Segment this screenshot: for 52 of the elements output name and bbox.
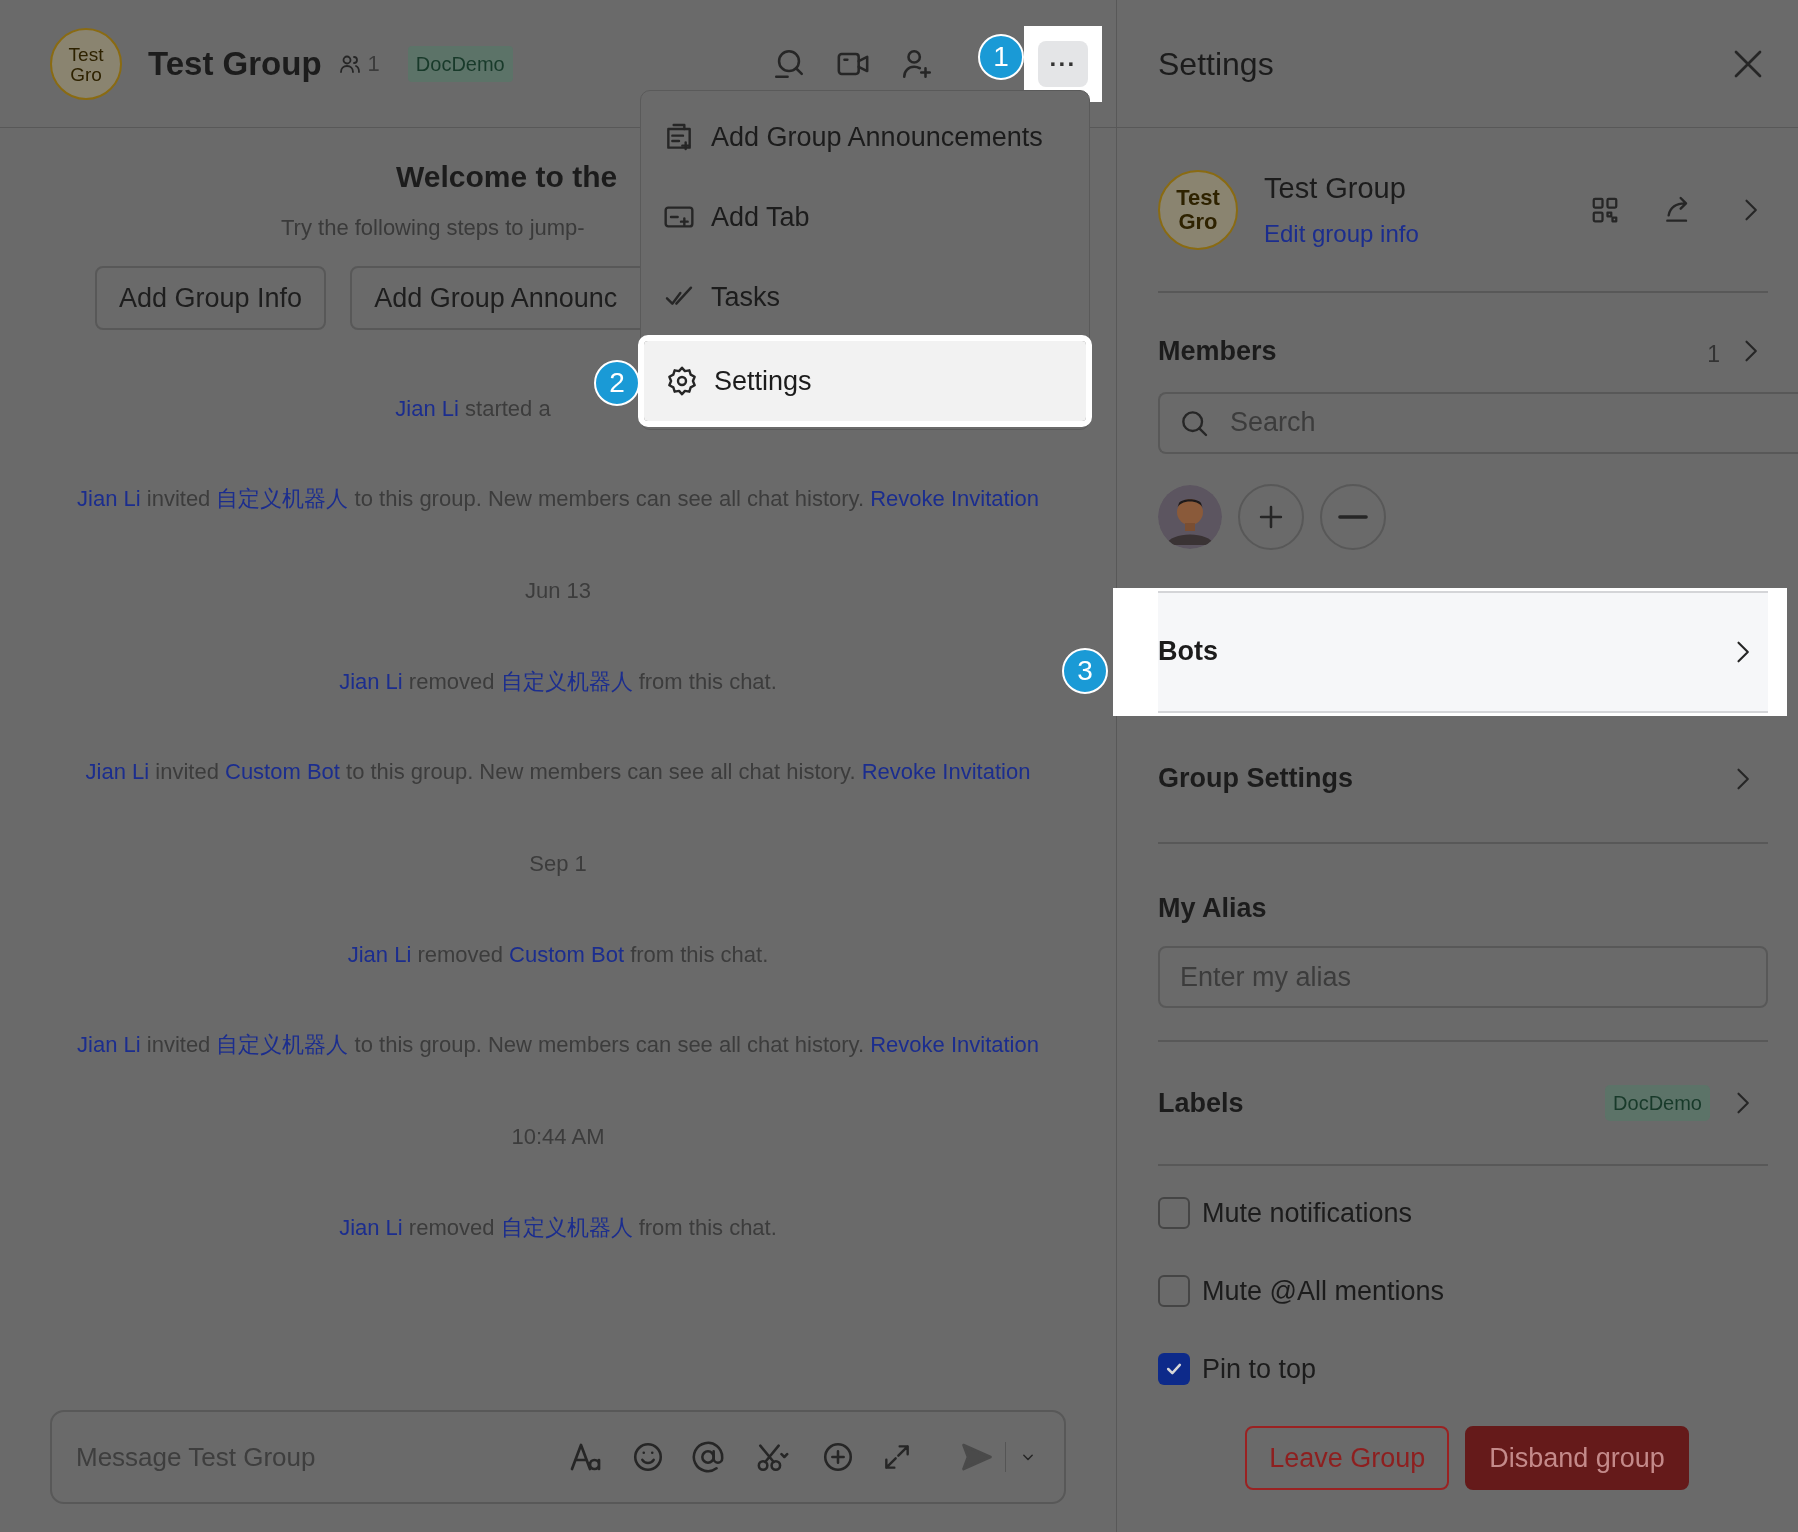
group-avatar: Test Gro — [1158, 169, 1238, 250]
panel-title: Settings — [1158, 44, 1274, 84]
menu-item[interactable]: Add Group Announcements — [641, 97, 1089, 177]
name-link[interactable]: Custom Bot — [509, 942, 625, 967]
leave-button[interactable]: Leave Group — [1245, 1426, 1450, 1490]
member-count: 1 — [1707, 340, 1720, 369]
name-link[interactable]: Jian Li — [395, 396, 459, 421]
name-link[interactable]: 自定义机器人 — [500, 669, 633, 694]
name-link[interactable]: Jian Li — [77, 1032, 141, 1057]
name-link[interactable]: Jian Li — [85, 759, 150, 784]
section-title: Labels — [1158, 1086, 1244, 1120]
mention-icon[interactable] — [691, 1440, 725, 1474]
section-title: Members — [1158, 335, 1277, 368]
name-link[interactable]: Jian Li — [339, 669, 403, 694]
name-link[interactable]: Jian Li — [339, 1215, 403, 1240]
disband-button[interactable]: Disband group — [1465, 1426, 1689, 1490]
name-link[interactable]: 自定义机器人 — [216, 1032, 349, 1057]
step-marker: 2 — [594, 360, 640, 406]
settings-row[interactable]: Bots — [1158, 590, 1768, 713]
option-label: Mute @All mentions — [1202, 1274, 1444, 1308]
emoji-icon[interactable] — [631, 1440, 665, 1474]
revoke-link[interactable]: Revoke Invitation — [870, 1032, 1039, 1057]
group-tag: DocDemo — [1605, 1085, 1710, 1121]
name-link[interactable]: Jian Li — [347, 942, 412, 967]
menu-item[interactable]: Add Tab — [641, 177, 1089, 257]
name-link[interactable]: Custom Bot — [225, 759, 340, 784]
remove-member-button[interactable] — [1320, 483, 1386, 550]
name-link[interactable]: 自定义机器人 — [216, 486, 349, 511]
checkbox[interactable] — [1158, 1353, 1190, 1385]
settings-icon — [666, 365, 698, 397]
welcome-title: Welcome to the — [396, 159, 618, 195]
name-link[interactable]: 自定义机器人 — [500, 1215, 633, 1240]
group-tag: DocDemo — [407, 45, 513, 82]
checkbox[interactable] — [1158, 1275, 1190, 1307]
minus-icon — [1338, 514, 1368, 519]
chat-title: Test Group — [148, 43, 322, 84]
step-marker: 1 — [978, 34, 1024, 80]
add-icon[interactable] — [821, 1440, 855, 1474]
option-label: Mute notifications — [1202, 1196, 1413, 1230]
group-name: Test Group — [1264, 170, 1407, 206]
edit-group-link[interactable]: Edit group info — [1264, 216, 1419, 253]
revoke-link[interactable]: Revoke Invitation — [870, 486, 1039, 511]
section-title: My Alias — [1158, 891, 1268, 925]
revoke-link[interactable]: Revoke Invitation — [861, 759, 1031, 784]
step-marker: 3 — [1062, 648, 1108, 694]
group-avatar: Test Gro — [50, 27, 122, 100]
option-label: Pin to top — [1202, 1352, 1317, 1386]
settings-row[interactable]: Group Settings — [1158, 715, 1768, 844]
checkbox[interactable] — [1158, 1197, 1190, 1229]
name-link[interactable]: Jian Li — [77, 486, 141, 511]
welcome-button[interactable]: Add Group Info — [95, 266, 327, 330]
more-button[interactable]: ··· — [1038, 40, 1088, 87]
